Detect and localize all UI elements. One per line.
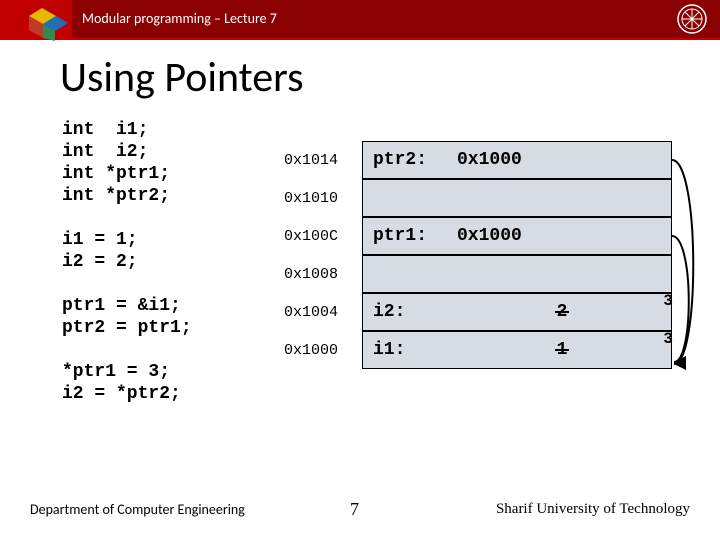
lecture-label: Modular programming – Lecture 7 (82, 10, 277, 27)
addr: 0x1004 (284, 303, 338, 341)
mem-row-i1: i1: 1 3 (362, 331, 672, 369)
footer-dept: Department of Computer Engineering (30, 501, 245, 518)
mem-value: 0x1000 (453, 150, 671, 170)
code-init: i1 = 1; i2 = 2; (62, 229, 192, 273)
mem-label: i2: (363, 302, 453, 322)
mem-value: 0x1000 (453, 226, 671, 246)
memory-column: ptr2: 0x1000 .. ptr1: 0x1000 .. i2: 2 3 (362, 141, 672, 369)
mem-row-ptr2: ptr2: 0x1000 (362, 141, 672, 179)
slide-title: Using Pointers (60, 52, 720, 103)
mem-row-empty: .. (362, 255, 672, 293)
code-assign: ptr1 = &i1; ptr2 = ptr1; (62, 295, 192, 339)
header-rule (0, 38, 720, 40)
mem-row-ptr1: ptr1: 0x1000 (362, 217, 672, 255)
addr: 0x1014 (284, 151, 338, 189)
mem-label: i1: (363, 340, 453, 360)
address-column: 0x1014 0x1010 0x100C 0x1008 0x1004 0x100… (284, 151, 338, 379)
footer: Department of Computer Engineering 7 Sha… (0, 501, 720, 518)
addr: 0x1008 (284, 265, 338, 303)
university-seal-icon (676, 3, 708, 35)
mem-row-empty: .. (362, 179, 672, 217)
footer-university: Sharif University of Technology (496, 501, 690, 518)
pointer-arrows (670, 141, 710, 371)
addr: 0x100C (284, 227, 338, 265)
addr: 0x1010 (284, 189, 338, 227)
addr: 0x1000 (284, 341, 338, 379)
code-declarations: int i1; int i2; int *ptr1; int *ptr2; (62, 119, 192, 207)
puzzle-logo (26, 4, 70, 42)
mem-label: ptr2: (363, 150, 453, 170)
page-number: 7 (350, 499, 359, 520)
header-bar: Modular programming – Lecture 7 (0, 0, 720, 38)
mem-row-i2: i2: 2 3 (362, 293, 672, 331)
mem-value: 2 (453, 302, 671, 322)
mem-label: ptr1: (363, 226, 453, 246)
code-column: int i1; int i2; int *ptr1; int *ptr2; i1… (62, 119, 192, 427)
mem-value: 1 (453, 340, 671, 360)
code-deref: *ptr1 = 3; i2 = *ptr2; (62, 361, 192, 405)
